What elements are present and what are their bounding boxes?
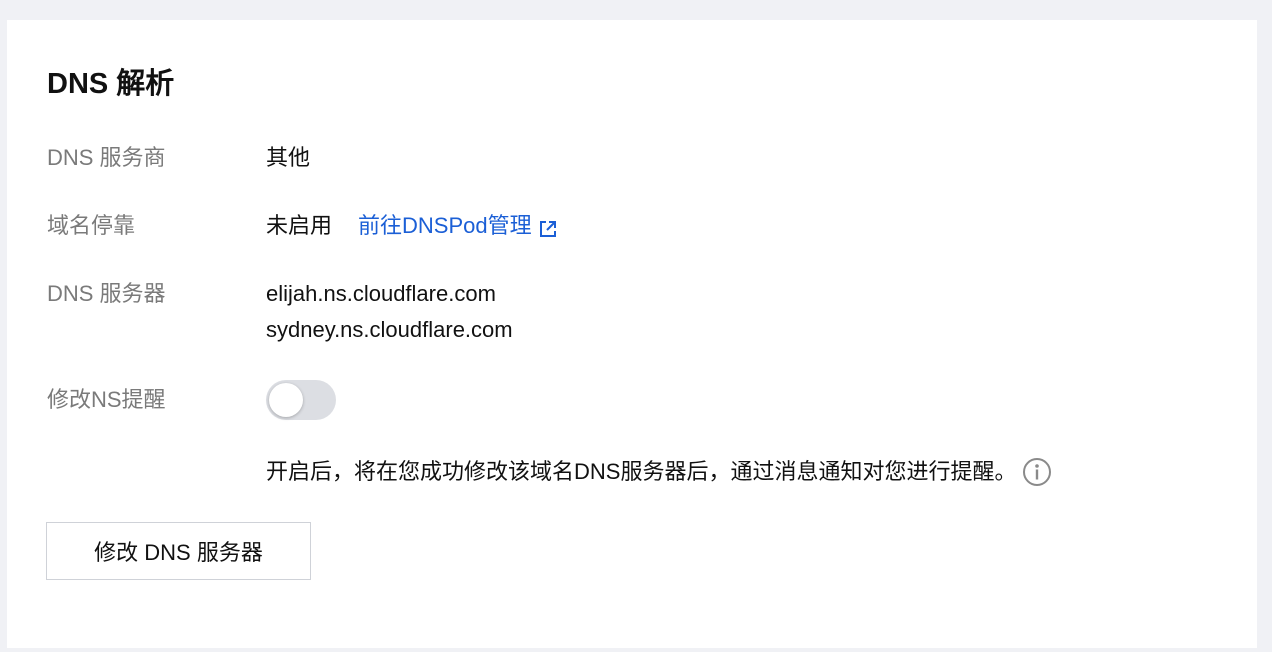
- dns-servers-label: DNS 服务器: [47, 281, 166, 306]
- toggle-knob: [269, 383, 303, 417]
- dnspod-manage-link-label: 前往DNSPod管理: [358, 213, 532, 238]
- reminder-hint-text: 开启后，将在您成功修改该域名DNS服务器后，通过消息通知对您进行提醒。: [266, 459, 1017, 484]
- info-icon[interactable]: [1022, 457, 1052, 487]
- domain-parking-label: 域名停靠: [47, 213, 136, 238]
- modify-dns-servers-button[interactable]: 修改 DNS 服务器: [46, 522, 311, 580]
- external-link-icon: [538, 216, 558, 237]
- dns-server-2: sydney.ns.cloudflare.com: [266, 317, 513, 342]
- domain-parking-value: 未启用: [266, 213, 333, 238]
- dnspod-manage-link[interactable]: 前往DNSPod管理: [358, 210, 558, 242]
- section-title: DNS 解析: [47, 68, 175, 100]
- ns-reminder-toggle[interactable]: [266, 380, 336, 420]
- ns-reminder-label: 修改NS提醒: [47, 387, 166, 412]
- dns-provider-value: 其他: [266, 145, 311, 170]
- dns-provider-label: DNS 服务商: [47, 145, 166, 170]
- dns-card: DNS 解析 DNS 服务商 其他 域名停靠 未启用 前往DNSPod管理 DN…: [7, 20, 1257, 648]
- reminder-hint: 开启后，将在您成功修改该域名DNS服务器后，通过消息通知对您进行提醒。: [266, 456, 1052, 488]
- dns-server-1: elijah.ns.cloudflare.com: [266, 281, 496, 306]
